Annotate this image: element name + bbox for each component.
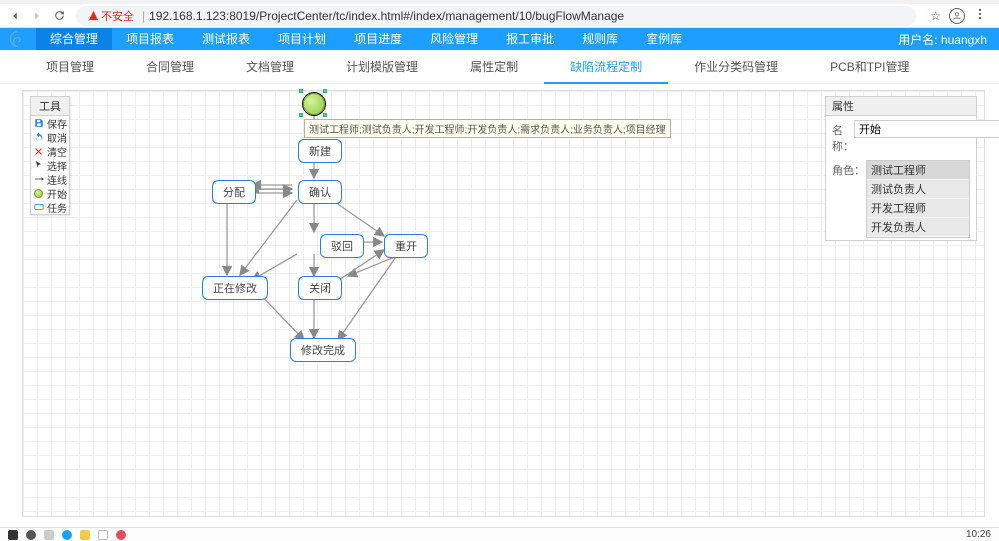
taskbar-icon[interactable] <box>62 530 72 540</box>
insecure-badge: 不安全 <box>88 8 134 24</box>
menu-icon[interactable] <box>973 7 987 24</box>
taskbar-icon[interactable] <box>116 530 126 540</box>
flow-node-confirm[interactable]: 确认 <box>298 180 342 204</box>
workspace: 工具 保存 取消 清空 选择 连线 开始 任务 属性 名称： 角色： 测试工程师… <box>0 84 999 525</box>
flow-canvas: 测试工程师;测试负责人;开发工程师;开发负责人;需求负责人;业务负责人;项目经理… <box>22 90 985 517</box>
tab-6[interactable]: 作业分类码管理 <box>668 50 804 84</box>
nav-item-5[interactable]: 风险管理 <box>416 28 492 50</box>
flow-node-start[interactable] <box>303 93 325 115</box>
selection-handle[interactable] <box>323 113 327 117</box>
flow-node-reject[interactable]: 驳回 <box>320 234 364 258</box>
nav-item-1[interactable]: 项目报表 <box>112 28 188 50</box>
user-prefix: 用户名: <box>898 33 937 47</box>
tab-7[interactable]: PCB和TPI管理 <box>804 50 935 84</box>
tab-0[interactable]: 项目管理 <box>20 50 120 84</box>
user-area[interactable]: 用户名: huangxh <box>886 31 999 48</box>
flow-node-fixing[interactable]: 正在修改 <box>202 276 268 300</box>
nav-item-8[interactable]: 室例库 <box>632 28 696 50</box>
tab-3[interactable]: 计划模版管理 <box>320 50 444 84</box>
nav-item-3[interactable]: 项目计划 <box>264 28 340 50</box>
tab-1[interactable]: 合同管理 <box>120 50 220 84</box>
selection-handle[interactable] <box>323 89 327 93</box>
browser-tab-strip <box>0 0 999 4</box>
flow-node-close[interactable]: 关闭 <box>298 276 342 300</box>
nav-item-7[interactable]: 规则库 <box>568 28 632 50</box>
selection-handle[interactable] <box>299 113 303 117</box>
taskbar-icon[interactable] <box>8 530 18 540</box>
profile-button[interactable] <box>949 8 965 24</box>
nav-item-4[interactable]: 项目进度 <box>340 28 416 50</box>
back-button[interactable] <box>4 5 26 27</box>
os-taskbar: 10:26 <box>0 527 999 541</box>
address-bar-row: 不安全 | 192.168.1.123:8019/ProjectCenter/t… <box>0 4 999 28</box>
selection-handle[interactable] <box>299 89 303 93</box>
flow-node-done[interactable]: 修改完成 <box>290 338 356 362</box>
secondary-tabs: 项目管理 合同管理 文档管理 计划模版管理 属性定制 缺陷流程定制 作业分类码管… <box>0 50 999 84</box>
flow-edges <box>22 90 985 517</box>
tab-2[interactable]: 文档管理 <box>220 50 320 84</box>
insecure-label: 不安全 <box>101 8 134 24</box>
tab-5[interactable]: 缺陷流程定制 <box>544 50 668 84</box>
clock: 10:26 <box>958 529 999 540</box>
star-icon[interactable]: ☆ <box>930 9 941 23</box>
taskbar-icons[interactable] <box>0 530 134 540</box>
flow-node-assign[interactable]: 分配 <box>212 180 256 204</box>
address-bar[interactable]: 不安全 | 192.168.1.123:8019/ProjectCenter/t… <box>76 6 916 26</box>
primary-nav: 综合管理 项目报表 测试报表 项目计划 项目进度 风险管理 报工审批 规则库 室… <box>0 28 999 50</box>
nav-item-2[interactable]: 测试报表 <box>188 28 264 50</box>
nav-item-6[interactable]: 报工审批 <box>492 28 568 50</box>
flow-node-new[interactable]: 新建 <box>298 139 342 163</box>
tab-4[interactable]: 属性定制 <box>444 50 544 84</box>
start-tooltip: 测试工程师;测试负责人;开发工程师;开发负责人;需求负责人;业务负责人;项目经理 <box>304 119 671 138</box>
flow-node-reopen[interactable]: 重开 <box>384 234 428 258</box>
reload-button[interactable] <box>48 5 70 27</box>
taskbar-icon[interactable] <box>44 530 54 540</box>
taskbar-icon[interactable] <box>26 530 36 540</box>
taskbar-icon[interactable] <box>98 530 108 540</box>
user-name: huangxh <box>941 33 987 47</box>
forward-button[interactable] <box>26 5 48 27</box>
url-text: 192.168.1.123:8019/ProjectCenter/tc/inde… <box>149 9 624 23</box>
nav-item-0[interactable]: 综合管理 <box>36 28 112 50</box>
taskbar-icon[interactable] <box>80 530 90 540</box>
app-logo[interactable] <box>0 28 36 50</box>
